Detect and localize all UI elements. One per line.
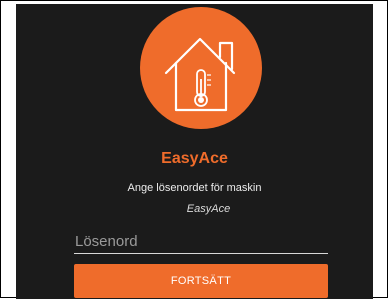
app-logo: [140, 7, 262, 129]
app-name: EasyAce: [161, 150, 228, 167]
house-thermometer-icon: [164, 37, 236, 112]
machine-name: EasyAce: [186, 203, 231, 215]
password-prompt: Ange lösenordet för maskin: [127, 182, 262, 194]
app-screen: EasyAce Ange lösenordet för maskin EasyA…: [16, 4, 373, 299]
continue-button[interactable]: FORTSÄTT: [74, 264, 328, 298]
window-frame: EasyAce Ange lösenordet för maskin EasyA…: [0, 0, 388, 299]
password-field[interactable]: [74, 231, 328, 254]
